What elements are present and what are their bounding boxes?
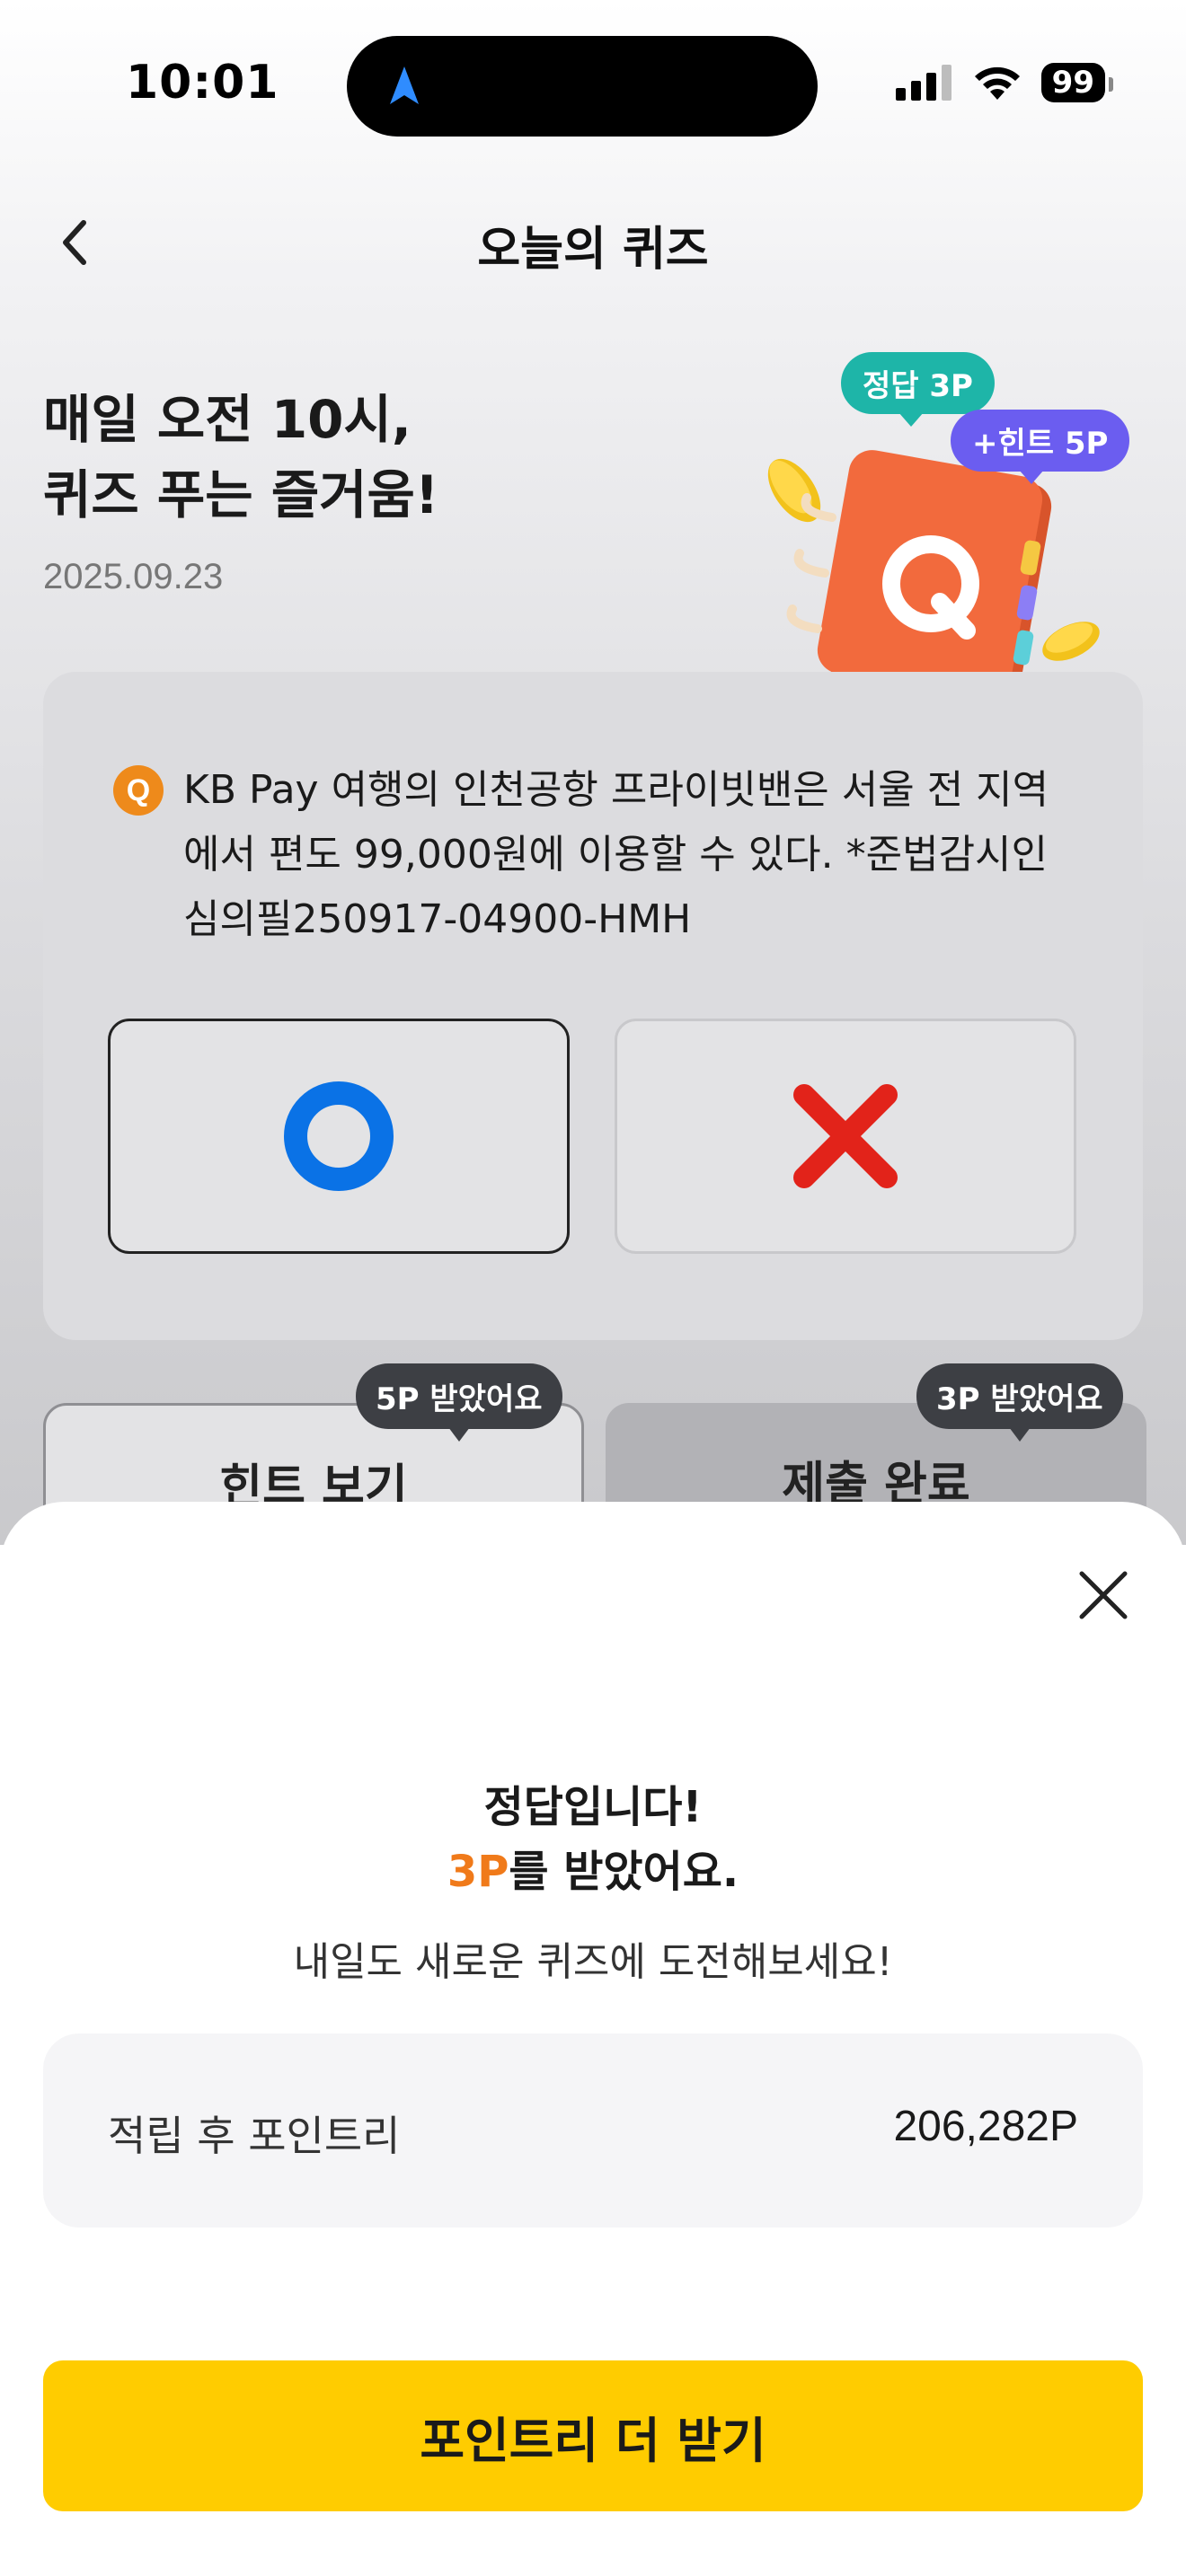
close-button[interactable] (1067, 1559, 1139, 1631)
answer-o-button[interactable] (108, 1019, 570, 1254)
battery-icon: 99 (1040, 63, 1114, 102)
circle-o-icon (284, 1081, 394, 1191)
hint-points-bubble: +힌트 5P (951, 410, 1130, 484)
question-text: KB Pay 여행의 인천공항 프라이빗밴은 서울 전 지역에서 편도 99,0… (183, 767, 1049, 942)
hero-title: 매일 오전 10시, 퀴즈 푸는 즐거움! (43, 382, 438, 533)
signal-icon (895, 65, 951, 101)
page-title: 오늘의 퀴즈 (477, 223, 709, 277)
hero-title-line1: 매일 오전 10시, (43, 389, 412, 450)
submit-received-tag: 3P 받았어요 (916, 1363, 1123, 1442)
reward-amount: 3P (447, 1847, 509, 1897)
result-reward: 3P를 받았어요. (0, 1836, 1186, 1899)
dynamic-island (347, 36, 818, 137)
close-icon (1079, 1571, 1128, 1619)
location-arrow-icon (390, 66, 419, 104)
points-summary: 적립 후 포인트리 206,282P (43, 2033, 1143, 2228)
result-title: 정답입니다! (483, 1782, 703, 1832)
wifi-icon (974, 66, 1020, 100)
cta-label: 포인트리 더 받기 (420, 2412, 766, 2469)
hero-title-line2: 퀴즈 푸는 즐거움! (43, 464, 439, 525)
quiz-card: Q KB Pay 여행의 인천공항 프라이빗밴은 서울 전 지역에서 편도 99… (43, 672, 1143, 1340)
hint-received-tag: 5P 받았어요 (356, 1363, 562, 1442)
cross-x-icon (793, 1084, 898, 1188)
points-value: 206,282P (893, 2103, 1078, 2150)
answer-points-bubble: 정답 3P (841, 352, 995, 427)
question-badge: Q (113, 765, 164, 816)
status-right-icons: 99 (895, 63, 1114, 102)
quiz-date: 2025.09.23 (43, 557, 224, 596)
result-bottom-sheet: 정답입니다! 3P를 받았어요. 내일도 새로운 퀴즈에 도전해보세요! 적립 … (0, 1502, 1186, 2576)
reward-suffix: 를 받았어요. (509, 1847, 739, 1897)
get-more-points-button[interactable]: 포인트리 더 받기 (43, 2360, 1143, 2511)
answer-x-button[interactable] (615, 1019, 1076, 1254)
quiz-illustration: 정답 3P +힌트 5P (755, 341, 1132, 728)
result-subtitle: 내일도 새로운 퀴즈에 도전해보세요! (293, 1939, 893, 1985)
page-header: 오늘의 퀴즈 (0, 193, 1186, 292)
points-label: 적립 후 포인트리 (108, 2112, 401, 2160)
status-time: 10:01 (126, 56, 279, 110)
status-bar: 10:01 99 (0, 0, 1186, 153)
